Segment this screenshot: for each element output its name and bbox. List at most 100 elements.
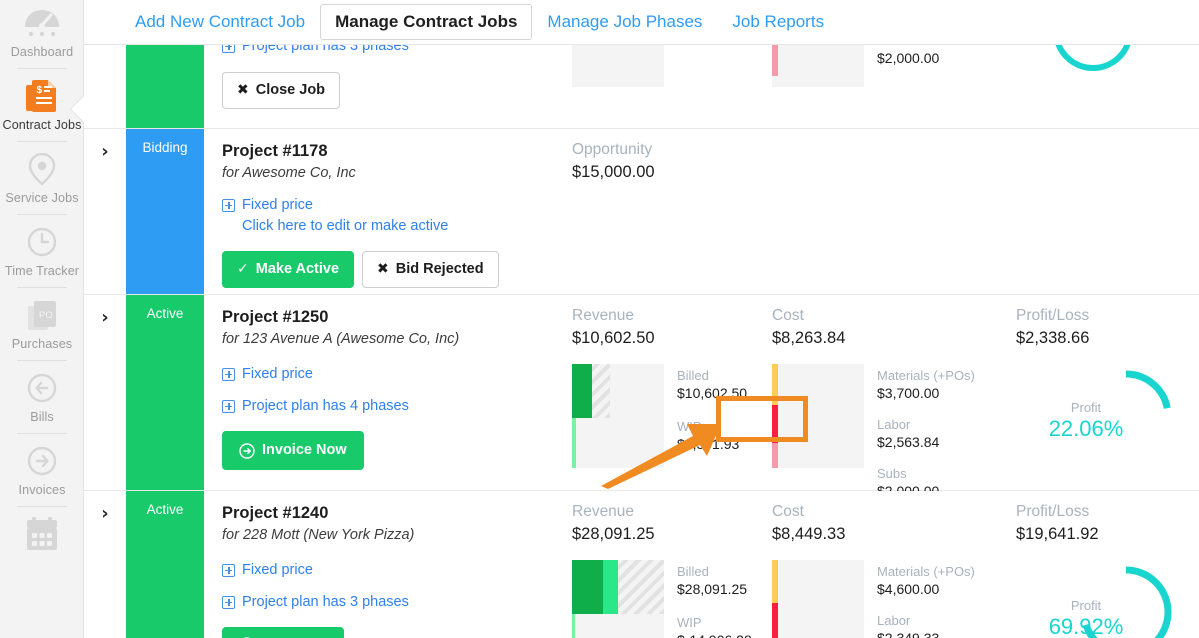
tab-manage-job-phases[interactable]: Manage Job Phases: [532, 4, 717, 40]
main-content: Add New Contract Job Manage Contract Job…: [84, 0, 1199, 638]
donut-percent: 69.92%: [1002, 614, 1170, 638]
job-info: Project #1240 for 228 Mott (New York Piz…: [204, 491, 572, 638]
map-pin-icon: [0, 150, 84, 188]
revenue-seg-billed-light: [603, 560, 618, 614]
phases-label: Project plan has 4 phases: [242, 397, 409, 415]
invoice-now-button[interactable]: [222, 627, 344, 638]
metric-profit: Profit/Loss $19,641.92 Profit 69.92%: [1016, 502, 1199, 638]
fixed-price-toggle[interactable]: Fixed price: [222, 196, 572, 214]
legend-label: WIP: [677, 418, 747, 435]
donut-caption: Profit: [1002, 400, 1170, 416]
profit-loss-label: Profit/Loss: [1016, 502, 1199, 522]
metric-opportunity: Opportunity $15,000.00: [572, 140, 772, 294]
legend-label: Subs: [877, 465, 975, 482]
phases-label: Project plan has 3 phases: [242, 45, 409, 55]
phases-toggle[interactable]: Project plan has 3 phases: [222, 593, 572, 611]
sidebar-item-purchases[interactable]: PO Purchases: [0, 287, 84, 360]
fixed-price-label: Fixed price: [242, 196, 313, 214]
expand-row-caret[interactable]: ›: [101, 307, 108, 328]
revenue-bar-chart: Billed $10,602.50 WIP $1,501.93: [572, 364, 772, 468]
make-active-button[interactable]: ✓ Make Active: [222, 251, 354, 288]
sidebar-item-calendar[interactable]: [0, 506, 84, 564]
table-row: › Active Project #1250 for 123 Avenue A …: [84, 295, 1199, 491]
legend-item: Billed $10,602.50: [677, 367, 747, 403]
cost-bar-chart: Materials (+POs) $4,600.00 Labor $2,349.…: [772, 560, 1016, 638]
sidebar-item-bills[interactable]: Bills: [0, 360, 84, 433]
profit-loss-value: $19,641.92: [1016, 523, 1199, 546]
legend-value: $2,000.00: [877, 49, 939, 68]
legend-value: $2,563.84: [877, 433, 975, 452]
sidebar-item-service-jobs[interactable]: Service Jobs: [0, 141, 84, 214]
job-info: Project #1250 for 123 Avenue A (Awesome …: [204, 295, 572, 490]
purchase-order-icon: PO: [0, 296, 84, 334]
sidebar-label-dashboard: Dashboard: [0, 45, 84, 60]
metric-cost-empty: [772, 140, 1016, 294]
metric-profit: [1016, 45, 1199, 128]
phases-toggle[interactable]: Project plan has 3 phases: [222, 45, 572, 55]
legend-value: $3,700.00: [877, 384, 975, 403]
x-icon: ✖: [237, 82, 249, 99]
close-job-button[interactable]: ✖ Close Job: [222, 72, 340, 109]
plus-icon: [222, 199, 235, 212]
phases-label: Project plan has 3 phases: [242, 593, 409, 611]
expand-row-caret[interactable]: ›: [101, 503, 108, 524]
revenue-bar-chart: WIP $-21,557.00: [572, 45, 772, 87]
invoice-now-button[interactable]: Invoice Now: [222, 431, 364, 470]
bid-rejected-button[interactable]: ✖ Bid Rejected: [362, 251, 499, 288]
table-row: Project plan has 3 phases ✖ Close Job: [84, 45, 1199, 129]
sidebar-item-time-tracker[interactable]: Time Tracker: [0, 214, 84, 287]
tab-job-reports[interactable]: Job Reports: [717, 4, 839, 40]
clock-icon: [0, 223, 84, 261]
legend-item: Labor $2,349.33: [877, 612, 975, 638]
revenue-seg-unbilled-hatch: [592, 364, 610, 418]
legend-item-wip-highlighted: WIP $1,501.93: [677, 418, 747, 454]
legend-item: Subs $2,000.00: [877, 45, 939, 68]
edit-or-make-active-link[interactable]: Click here to edit or make active: [242, 217, 572, 236]
phases-toggle[interactable]: Project plan has 4 phases: [222, 397, 572, 415]
metric-cost: Cost $8,449.33 Materials (+POs): [772, 502, 1016, 638]
row-actions: ✖ Close Job: [222, 72, 572, 109]
legend-label: Materials (+POs): [877, 367, 975, 384]
legend-value: $10,602.50: [677, 384, 747, 403]
tab-manage-contract-jobs[interactable]: Manage Contract Jobs: [320, 4, 532, 40]
legend-value: $-14,906.28: [677, 631, 752, 638]
tab-bar: Add New Contract Job Manage Contract Job…: [84, 0, 1199, 45]
plus-icon: [222, 400, 235, 413]
metric-revenue: Revenue $10,602.50 Billed: [572, 306, 772, 490]
row-caret-cell[interactable]: ›: [84, 295, 126, 490]
expand-row-caret[interactable]: ›: [101, 141, 108, 162]
arrow-right-circle-icon: [239, 443, 255, 459]
close-job-label: Close Job: [256, 82, 325, 99]
profit-donut-chart: [1016, 45, 1184, 103]
invoice-now-label: Invoice Now: [262, 442, 347, 459]
cost-bar-chart: Labor $2,993.92 Subs $2,000.00: [772, 45, 1016, 87]
revenue-label: Revenue: [572, 502, 772, 522]
job-title: Project #1250: [222, 306, 572, 328]
metric-cost: Cost $8,263.84 Materials (+POs): [772, 306, 1016, 490]
row-caret-cell[interactable]: ›: [84, 129, 126, 294]
cost-seg-labor: [772, 603, 778, 638]
table-row: › Bidding Project #1178 for Awesome Co, …: [84, 129, 1199, 295]
sidebar-label-bills: Bills: [0, 410, 84, 425]
legend-value: $1,501.93: [677, 435, 747, 454]
status-label: Active: [147, 502, 184, 517]
legend-label: Labor: [877, 612, 975, 629]
status-badge: Active: [126, 491, 204, 638]
row-caret-cell[interactable]: ›: [84, 491, 126, 638]
check-icon: ✓: [237, 261, 249, 278]
legend-value: $2,349.33: [877, 629, 975, 638]
sidebar-item-invoices[interactable]: Invoices: [0, 433, 84, 506]
cost-legend: Materials (+POs) $4,600.00 Labor $2,349.…: [864, 560, 975, 638]
status-label: Active: [147, 306, 184, 321]
legend-label: WIP: [677, 614, 752, 631]
fixed-price-toggle[interactable]: Fixed price: [222, 561, 572, 579]
fixed-price-toggle[interactable]: Fixed price: [222, 365, 572, 383]
legend-item: Materials (+POs) $4,600.00: [877, 563, 975, 599]
row-metrics: Revenue $28,091.25 Billed: [572, 491, 1199, 638]
status-badge: Bidding: [126, 129, 204, 294]
tab-add-new-contract-job[interactable]: Add New Contract Job: [120, 4, 320, 40]
row-actions: [222, 627, 572, 638]
opportunity-label: Opportunity: [572, 140, 772, 160]
sidebar-item-dashboard[interactable]: Dashboard: [0, 0, 84, 68]
sidebar-label-time-tracker: Time Tracker: [0, 264, 84, 279]
